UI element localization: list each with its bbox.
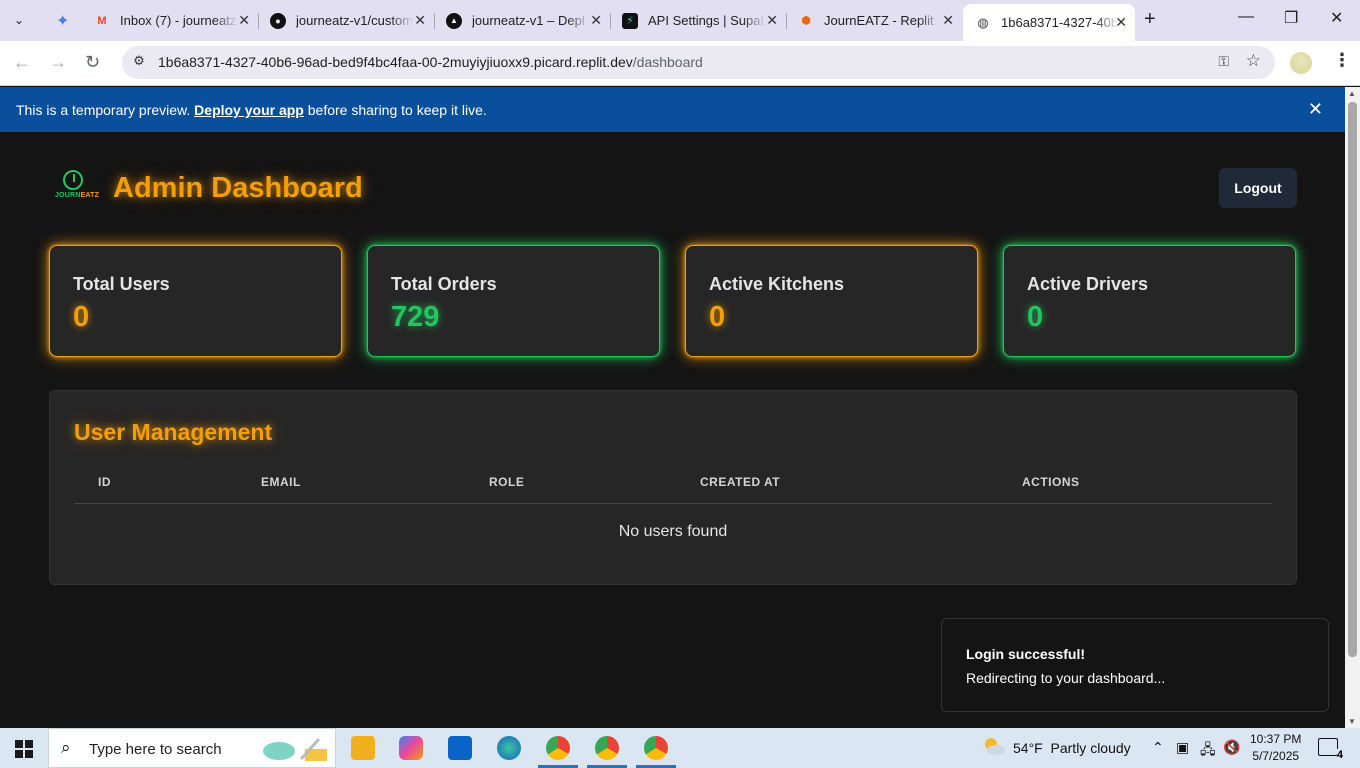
tab-active-preview[interactable]: ◍ 1b6a8371-4327-40b ✕	[963, 4, 1135, 41]
toast-message: Redirecting to your dashboard...	[966, 670, 1166, 686]
empty-state-text: No users found	[618, 523, 728, 540]
windows-start-icon[interactable]	[15, 740, 33, 758]
outlook-icon[interactable]	[448, 736, 472, 760]
tab-title: journeatz-v1/custom	[296, 13, 414, 28]
user-table-header: ID EMAIL ROLE CREATED AT ACTIONS	[74, 475, 1272, 504]
close-icon[interactable]: ✕	[1115, 14, 1127, 31]
supabase-icon: ⚡	[622, 12, 638, 29]
browser-menu-icon[interactable]: ⋮	[1333, 50, 1351, 71]
tab-search-chevron-icon[interactable]: ⌄	[6, 7, 32, 33]
edge-icon[interactable]	[497, 736, 521, 760]
stat-card-total-orders: Total Orders 729	[367, 245, 660, 357]
stat-label: Total Orders	[391, 274, 497, 294]
stat-value: 0	[709, 301, 726, 333]
banner-text: This is a temporary preview. Deploy your…	[16, 102, 487, 118]
close-icon[interactable]: ✕	[766, 12, 778, 29]
column-header-email: EMAIL	[261, 475, 301, 489]
close-icon[interactable]: ✕	[942, 12, 954, 29]
restore-icon[interactable]: ❐	[1284, 8, 1298, 28]
browser-toolbar: ← → ↻ ⚙ 1b6a8371-4327-40b6-96ad-bed9f4bc…	[0, 41, 1360, 86]
replit-icon: ⬢	[801, 15, 811, 27]
globe-icon: ◍	[977, 14, 989, 30]
bookmark-star-icon[interactable]: ☆	[1246, 51, 1261, 71]
login-success-toast[interactable]: Login successful! Redirecting to your da…	[941, 618, 1329, 712]
notification-center-icon[interactable]: 4	[1318, 738, 1343, 761]
new-tab-icon[interactable]: +	[1144, 8, 1156, 31]
stat-label: Active Kitchens	[709, 274, 845, 294]
dashboard-page: JOURNEATZ Admin Dashboard Logout Total U…	[0, 132, 1345, 728]
tab-gmail[interactable]: M Inbox (7) - journeatz ✕	[82, 4, 258, 37]
browser-tab-strip: ⌄ ✦ M Inbox (7) - journeatz ✕ ● journeat…	[0, 0, 1360, 41]
tab-title: JournEATZ - Replit	[824, 13, 934, 28]
back-icon[interactable]: ←	[13, 52, 31, 73]
stat-label: Active Drivers	[1027, 274, 1149, 294]
window-close-icon[interactable]: ✕	[1330, 8, 1343, 28]
page-title: Admin Dashboard	[113, 172, 363, 204]
stat-value: 0	[73, 301, 90, 333]
stat-value: 729	[391, 301, 440, 333]
tray-chevron-up-icon[interactable]: ⌃	[1152, 739, 1164, 756]
gmail-icon: M	[97, 14, 107, 27]
temporary-preview-banner: This is a temporary preview. Deploy your…	[0, 87, 1345, 132]
github-icon: ●	[270, 12, 286, 29]
stat-card-total-users: Total Users 0	[49, 245, 342, 357]
tab-title: API Settings | Supab	[648, 13, 766, 28]
vercel-icon: ▲	[446, 12, 462, 29]
column-header-created-at: CREATED AT	[700, 475, 781, 489]
stat-value: 0	[1027, 301, 1044, 333]
chrome-profile-icon[interactable]	[595, 736, 619, 760]
logout-button[interactable]: Logout	[1219, 168, 1297, 208]
close-icon[interactable]: ✕	[414, 12, 426, 29]
tab-supabase[interactable]: ⚡ API Settings | Supab ✕	[610, 4, 786, 37]
scrollbar-thumb[interactable]	[1348, 102, 1357, 657]
user-management-title: User Management	[74, 419, 273, 445]
search-highlight-illustration-icon	[263, 737, 327, 761]
deploy-your-app-link[interactable]: Deploy your app	[194, 102, 304, 118]
search-icon: ⌕	[61, 738, 71, 757]
profile-avatar[interactable]	[1290, 52, 1312, 74]
network-icon[interactable]: 🖧	[1200, 739, 1216, 763]
tab-github[interactable]: ● journeatz-v1/custom ✕	[258, 4, 434, 37]
column-header-id: ID	[98, 475, 111, 489]
stat-label: Total Users	[73, 274, 170, 294]
meet-now-icon[interactable]: ▣	[1176, 739, 1189, 756]
scroll-up-icon[interactable]: ▲	[1348, 89, 1356, 98]
minimize-icon[interactable]: —	[1238, 8, 1254, 26]
copilot-icon[interactable]	[399, 736, 423, 760]
journeatz-logo: JOURNEATZ	[55, 170, 99, 204]
user-management-panel: User Management ID EMAIL ROLE CREATED AT…	[49, 390, 1297, 585]
tab-vercel[interactable]: ▲ journeatz-v1 – Depl ✕	[434, 4, 610, 37]
tab-title: journeatz-v1 – Depl	[472, 13, 585, 28]
password-key-icon[interactable]: ⚿	[1218, 53, 1229, 70]
banner-close-icon[interactable]: ✕	[1308, 99, 1323, 120]
tab-title: 1b6a8371-4327-40b	[1001, 15, 1119, 30]
stat-card-active-drivers: Active Drivers 0	[1003, 245, 1296, 357]
windows-taskbar: ⌕ Type here to search 54°F Partly cloudy…	[0, 728, 1360, 768]
column-header-actions: ACTIONS	[1022, 475, 1080, 489]
scroll-down-icon[interactable]: ▼	[1348, 717, 1356, 726]
toast-title: Login successful!	[966, 646, 1086, 662]
forward-icon[interactable]: →	[49, 52, 67, 73]
taskbar-search-box[interactable]: ⌕ Type here to search	[48, 728, 336, 768]
reload-icon[interactable]: ↻	[85, 52, 100, 73]
gemini-icon[interactable]: ✦	[44, 4, 69, 37]
stat-card-active-kitchens: Active Kitchens 0	[685, 245, 978, 357]
tab-replit[interactable]: ⬢ JournEATZ - Replit ✕	[786, 4, 962, 37]
partly-cloudy-icon	[985, 738, 1005, 755]
tab-title: Inbox (7) - journeatz	[120, 13, 237, 28]
url-text[interactable]: 1b6a8371-4327-40b6-96ad-bed9f4bc4faa-00-…	[158, 54, 703, 70]
volume-muted-icon[interactable]: 🔇	[1223, 739, 1240, 756]
file-explorer-icon[interactable]	[351, 736, 375, 760]
close-icon[interactable]: ✕	[590, 12, 602, 29]
address-bar[interactable]: ⚙ 1b6a8371-4327-40b6-96ad-bed9f4bc4faa-0…	[122, 46, 1275, 79]
chrome-profile-icon[interactable]	[644, 736, 668, 760]
system-clock[interactable]: 10:37 PM 5/7/2025	[1250, 731, 1301, 765]
site-info-icon[interactable]: ⚙	[130, 53, 148, 71]
close-icon[interactable]: ✕	[238, 12, 250, 29]
page-scrollbar[interactable]: ▲ ▼	[1345, 87, 1360, 728]
column-header-role: ROLE	[489, 475, 525, 489]
chrome-icon[interactable]	[546, 736, 570, 760]
search-placeholder: Type here to search	[89, 741, 222, 758]
weather-text[interactable]: 54°F Partly cloudy	[1013, 740, 1131, 756]
